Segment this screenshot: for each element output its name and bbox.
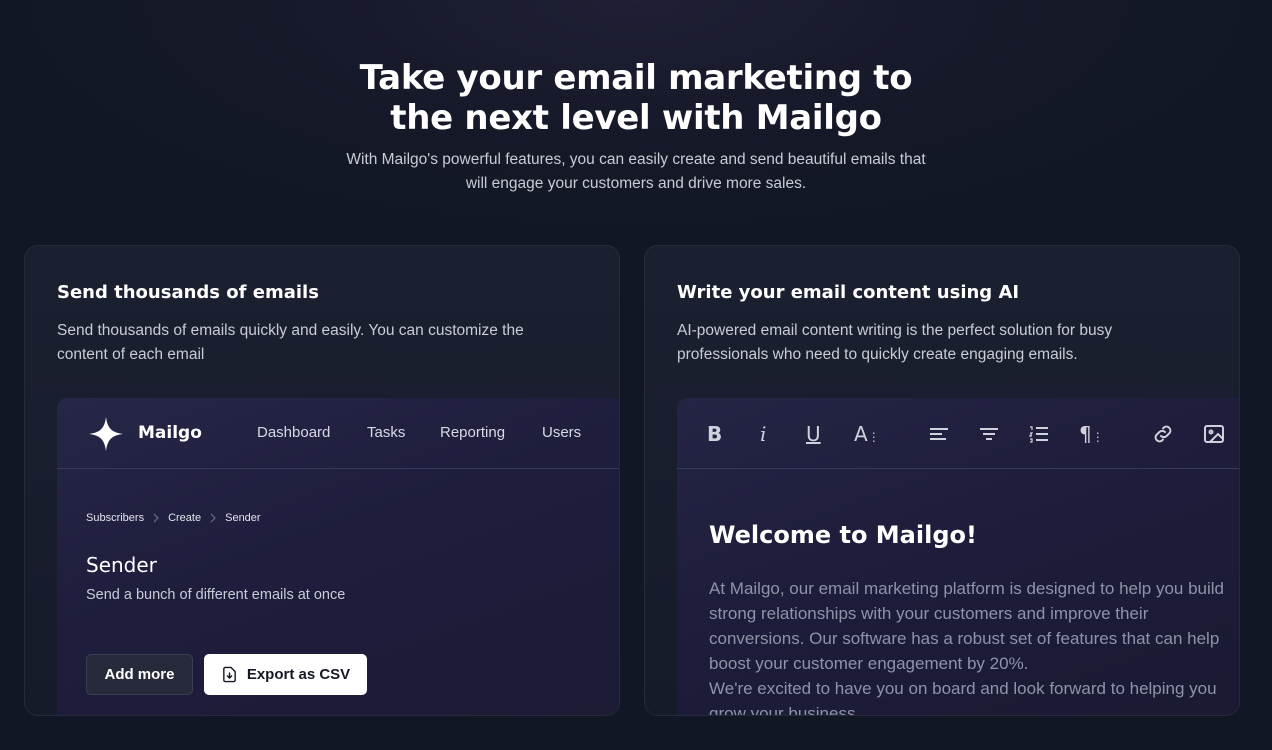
chevron-right-icon — [210, 513, 216, 523]
nav-reporting[interactable]: Reporting — [440, 424, 505, 441]
file-download-icon — [222, 666, 236, 683]
feature-card-send: Send thousands of emails Send thousands … — [24, 245, 620, 716]
page-subtitle: Send a bunch of different emails at once — [86, 587, 346, 603]
editor-heading[interactable]: Welcome to Mailgo! — [709, 521, 977, 549]
add-more-button[interactable]: Add more — [86, 654, 193, 695]
paragraph-icon[interactable]: ¶⋮ — [1079, 422, 1104, 449]
nav-tasks[interactable]: Tasks — [367, 424, 405, 441]
hero-title: Take your email marketing to the next le… — [359, 58, 913, 138]
hero-subtitle: With Mailgo's powerful features, you can… — [346, 151, 926, 192]
underline-icon[interactable]: U — [806, 422, 821, 446]
editor-mockup: B i U A⋮ ¶⋮ Welcome to Mailgo! At Mailgo… — [677, 398, 1239, 716]
align-center-icon[interactable] — [977, 422, 1001, 446]
export-csv-label: Export as CSV — [246, 666, 351, 683]
editor-body[interactable]: At Mailgo, our email marketing platform … — [709, 576, 1229, 716]
text-size-icon[interactable]: A⋮ — [854, 422, 880, 449]
editor-paragraph: We're excited to have you on board and l… — [709, 679, 1217, 716]
card-description: AI-powered email content writing is the … — [677, 322, 1113, 363]
bold-icon[interactable]: B — [707, 422, 722, 446]
breadcrumb: Subscribers Create Sender — [86, 512, 261, 524]
italic-icon[interactable]: i — [760, 422, 766, 446]
breadcrumb-sender: Sender — [225, 512, 261, 524]
card-title: Write your email content using AI — [677, 282, 1020, 303]
nav-users[interactable]: Users — [542, 424, 581, 441]
link-icon[interactable] — [1151, 422, 1175, 446]
card-description: Send thousands of emails quickly and eas… — [57, 322, 524, 363]
mock-navbar: Mailgo Dashboard Tasks Reporting Users — [57, 398, 619, 469]
image-icon[interactable] — [1202, 422, 1226, 446]
breadcrumb-subscribers[interactable]: Subscribers — [86, 512, 144, 524]
sparkle-logo-icon — [88, 416, 124, 452]
hero-section: Take your email marketing to the next le… — [0, 58, 1272, 196]
numbered-list-icon[interactable] — [1027, 422, 1051, 446]
feature-card-ai: Write your email content using AI AI-pow… — [644, 245, 1240, 716]
export-csv-button[interactable]: Export as CSV — [204, 654, 367, 695]
brand-name[interactable]: Mailgo — [138, 423, 202, 443]
breadcrumb-create[interactable]: Create — [168, 512, 201, 524]
app-mockup: Mailgo Dashboard Tasks Reporting Users S… — [57, 398, 619, 715]
chevron-right-icon — [153, 513, 159, 523]
card-title: Send thousands of emails — [57, 282, 319, 303]
page-title: Sender — [86, 553, 157, 577]
editor-toolbar: B i U A⋮ ¶⋮ — [677, 398, 1239, 469]
editor-paragraph: At Mailgo, our email marketing platform … — [709, 579, 1224, 673]
nav-dashboard[interactable]: Dashboard — [257, 424, 330, 441]
align-left-icon[interactable] — [927, 422, 951, 446]
